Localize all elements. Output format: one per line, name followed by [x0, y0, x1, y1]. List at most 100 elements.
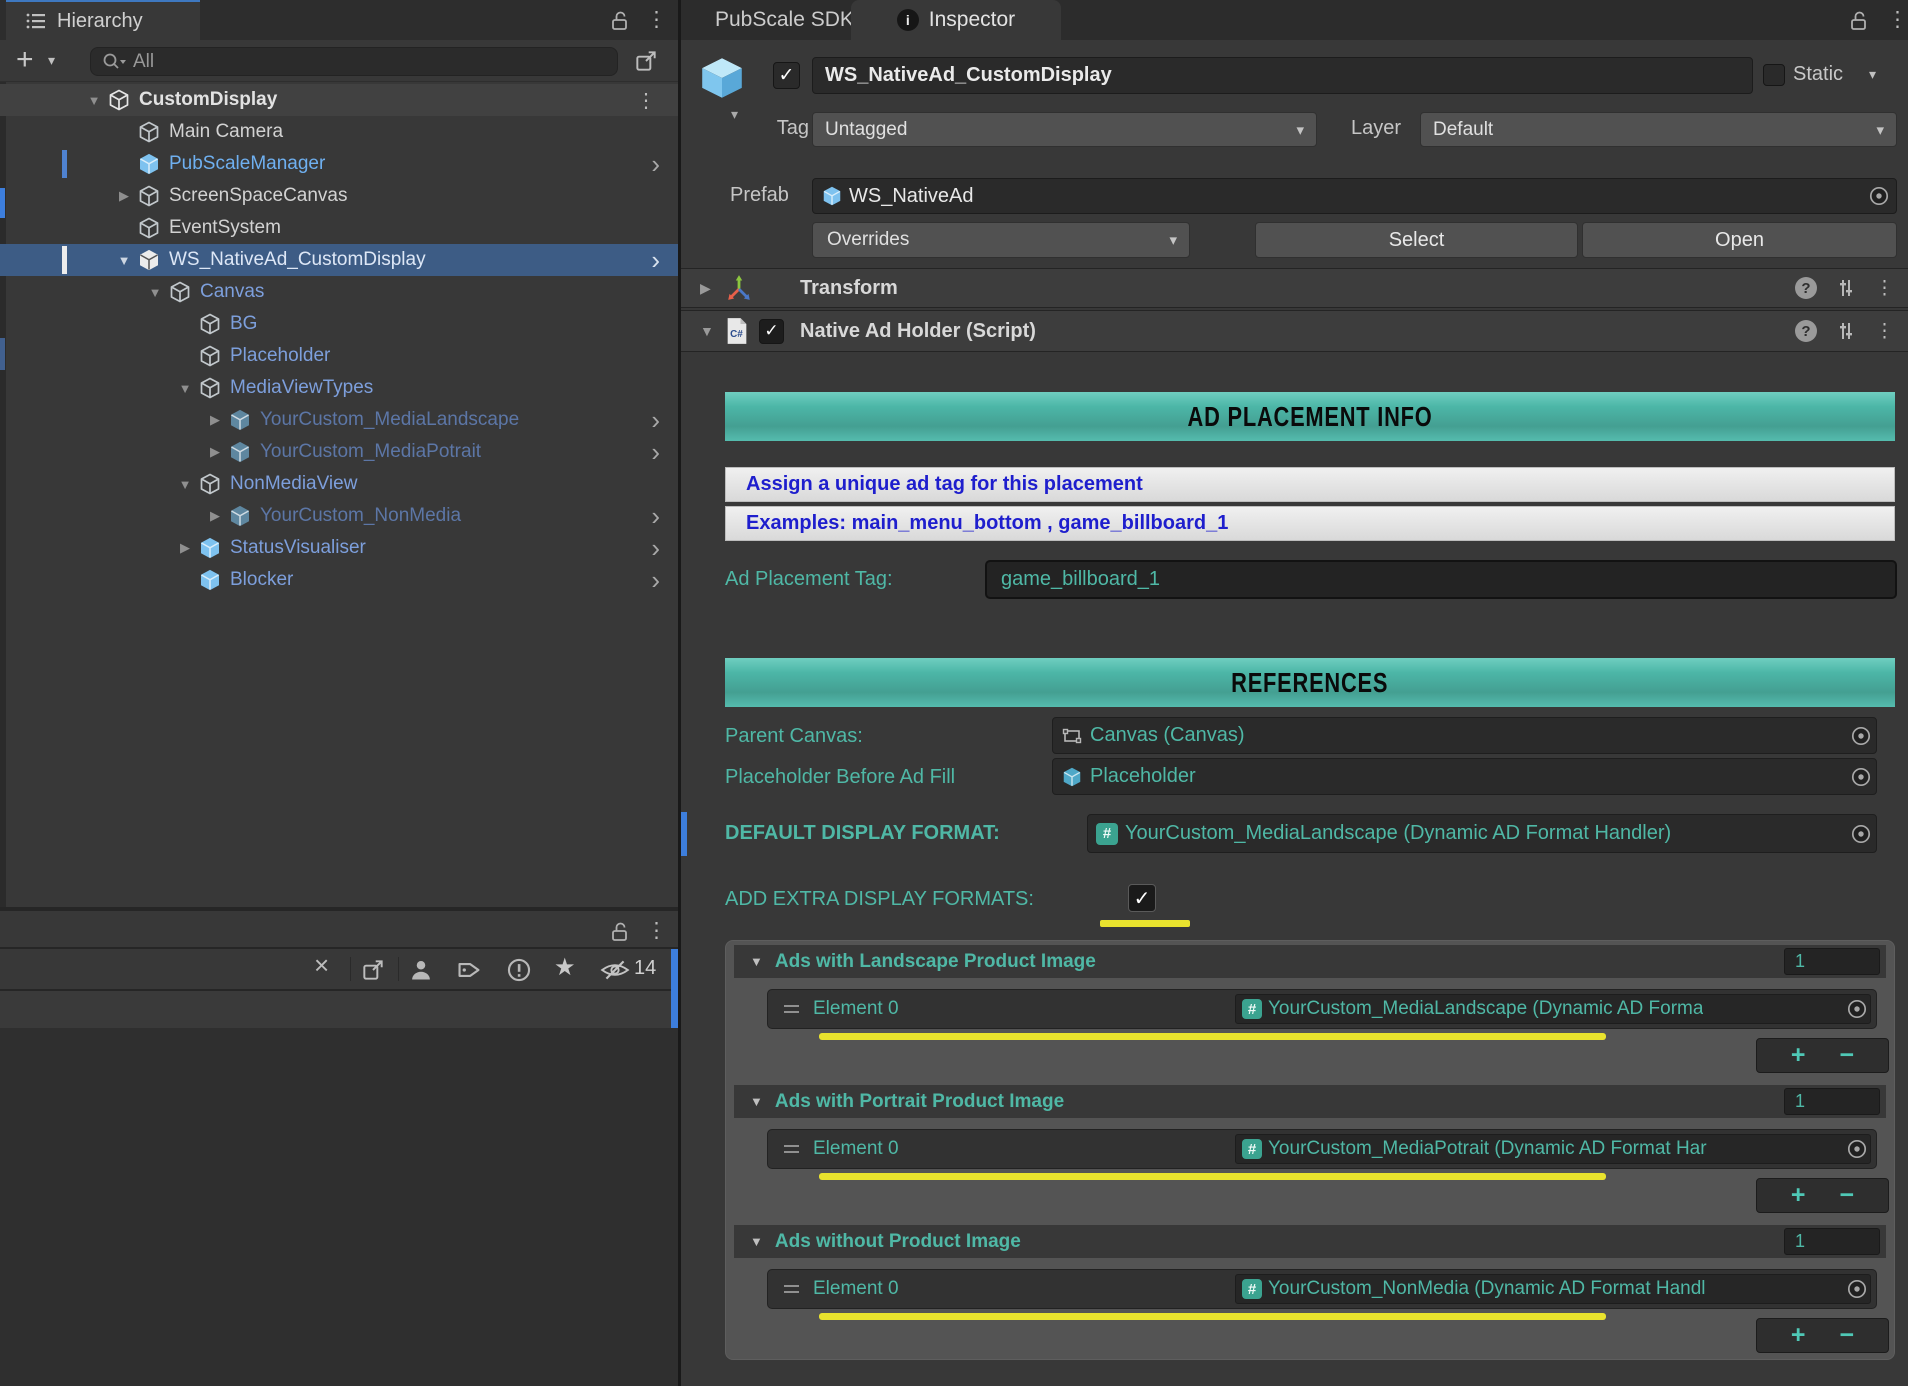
- picker-icon[interactable]: [360, 957, 386, 983]
- foldout-open-icon[interactable]: ▼: [750, 954, 763, 969]
- help-icon[interactable]: ?: [1795, 320, 1817, 342]
- hidden-eye-icon[interactable]: [600, 958, 630, 982]
- object-field[interactable]: # YourCustom_MediaPotrait (Dynamic AD Fo…: [1235, 1134, 1871, 1164]
- drag-handle-icon[interactable]: [784, 1285, 799, 1293]
- object-picker-icon[interactable]: [1846, 1278, 1868, 1300]
- add-dropdown-caret[interactable]: ▾: [48, 52, 55, 69]
- foldout-open-icon[interactable]: ▼: [142, 285, 168, 300]
- tag-filter-icon[interactable]: [456, 957, 482, 983]
- add-object-button[interactable]: +: [16, 45, 34, 75]
- ad-placement-tag-input[interactable]: game_billboard_1: [985, 560, 1897, 599]
- object-picker-icon[interactable]: [1850, 823, 1872, 845]
- foldout-open-icon[interactable]: ▼: [750, 1234, 763, 1249]
- foldout-closed-icon[interactable]: ▶: [700, 280, 711, 297]
- foldout-closed-icon[interactable]: ▶: [202, 412, 228, 428]
- open-button[interactable]: Open: [1582, 222, 1897, 258]
- placeholder-field[interactable]: Placeholder: [1052, 758, 1877, 795]
- hierarchy-item-pubscalemanager[interactable]: PubScaleManager ›: [0, 148, 678, 180]
- add-element-button[interactable]: +: [1791, 1323, 1806, 1348]
- list-element-row[interactable]: Element 0 # YourCustom_NonMedia (Dynamic…: [767, 1269, 1877, 1309]
- object-picker-icon[interactable]: [1850, 725, 1872, 747]
- hierarchy-item-canvas[interactable]: ▼ Canvas: [0, 276, 678, 308]
- list-size-field[interactable]: 1: [1784, 948, 1880, 975]
- foldout-open-icon[interactable]: ▼: [172, 381, 198, 396]
- scene-picker-icon[interactable]: [633, 48, 659, 74]
- hierarchy-item-ws-nativead-customdisplay[interactable]: ▼ WS_NativeAd_CustomDisplay ›: [0, 244, 678, 276]
- gameobject-name-field[interactable]: WS_NativeAd_CustomDisplay: [812, 57, 1753, 94]
- kebab-menu-icon[interactable]: ⋮: [1887, 8, 1908, 32]
- prefab-open-chevron[interactable]: ›: [651, 565, 660, 596]
- tab-pubscale-sdk[interactable]: PubScale SDK: [691, 0, 878, 40]
- preset-icon[interactable]: [1835, 320, 1857, 342]
- prefab-open-chevron[interactable]: ›: [651, 149, 660, 180]
- person-filter-icon[interactable]: [408, 957, 434, 983]
- hierarchy-item-mediaviewtypes[interactable]: ▼ MediaViewTypes: [0, 372, 678, 404]
- object-field[interactable]: # YourCustom_MediaLandscape (Dynamic AD …: [1235, 994, 1871, 1024]
- extra-formats-checkbox[interactable]: ✓: [1128, 884, 1156, 912]
- list-header[interactable]: ▼ Ads without Product Image 1: [734, 1225, 1886, 1258]
- hierarchy-item-bg[interactable]: BG: [0, 308, 678, 340]
- remove-element-button[interactable]: −: [1839, 1323, 1854, 1348]
- hierarchy-item-screenspacecanvas[interactable]: ▶ ScreenSpaceCanvas: [0, 180, 678, 212]
- foldout-open-icon[interactable]: ▼: [750, 1094, 763, 1109]
- foldout-closed-icon[interactable]: ▶: [202, 508, 228, 524]
- kebab-menu-icon[interactable]: ⋮: [646, 919, 667, 943]
- static-checkbox[interactable]: [1763, 64, 1785, 86]
- object-field[interactable]: # YourCustom_NonMedia (Dynamic AD Format…: [1235, 1274, 1871, 1304]
- foldout-open-icon[interactable]: ▼: [172, 477, 198, 492]
- transform-component-header[interactable]: ▶ Transform ? ⋮: [681, 268, 1908, 308]
- lock-icon[interactable]: [608, 920, 632, 944]
- hierarchy-item-eventsystem[interactable]: EventSystem: [0, 212, 678, 244]
- preset-icon[interactable]: [1835, 277, 1857, 299]
- lock-icon[interactable]: [1847, 9, 1871, 33]
- list-header[interactable]: ▼ Ads with Portrait Product Image 1: [734, 1085, 1886, 1118]
- parent-canvas-field[interactable]: Canvas (Canvas): [1052, 717, 1877, 754]
- icon-dropdown-caret[interactable]: ▾: [731, 106, 738, 123]
- list-size-field[interactable]: 1: [1784, 1228, 1880, 1255]
- layer-dropdown[interactable]: Default ▾: [1420, 112, 1897, 147]
- object-picker-icon[interactable]: [1868, 185, 1890, 207]
- overrides-dropdown[interactable]: Overrides ▾: [812, 222, 1190, 258]
- hierarchy-search-field[interactable]: All: [90, 47, 618, 76]
- hierarchy-item-blocker[interactable]: Blocker ›: [0, 564, 678, 596]
- remove-element-button[interactable]: −: [1839, 1043, 1854, 1068]
- static-dropdown-caret[interactable]: ▾: [1869, 66, 1876, 83]
- hierarchy-item-statusvisualiser[interactable]: ▶ StatusVisualiser ›: [0, 532, 678, 564]
- prefab-open-chevron[interactable]: ›: [651, 533, 660, 564]
- drag-handle-icon[interactable]: [784, 1145, 799, 1153]
- foldout-closed-icon[interactable]: ▶: [111, 188, 137, 204]
- remove-element-button[interactable]: −: [1839, 1183, 1854, 1208]
- prefab-object-field[interactable]: WS_NativeAd: [812, 178, 1897, 214]
- default-format-field[interactable]: # YourCustom_MediaLandscape (Dynamic AD …: [1087, 814, 1877, 853]
- drag-handle-icon[interactable]: [784, 1005, 799, 1013]
- tag-dropdown[interactable]: Untagged ▾: [812, 112, 1317, 147]
- object-picker-icon[interactable]: [1846, 1138, 1868, 1160]
- hierarchy-item-yourcustom-nonmedia[interactable]: ▶ YourCustom_NonMedia ›: [0, 500, 678, 532]
- hierarchy-item-placeholder[interactable]: Placeholder: [0, 340, 678, 372]
- list-size-field[interactable]: 1: [1784, 1088, 1880, 1115]
- help-icon[interactable]: ?: [1795, 277, 1817, 299]
- close-icon[interactable]: ×: [314, 950, 329, 981]
- foldout-closed-icon[interactable]: ▶: [202, 444, 228, 460]
- active-checkbox[interactable]: ✓: [773, 62, 800, 89]
- hierarchy-item-yourcustom-medialandscape[interactable]: ▶ YourCustom_MediaLandscape ›: [0, 404, 678, 436]
- prefab-open-chevron[interactable]: ›: [651, 405, 660, 436]
- kebab-menu-icon[interactable]: ⋮: [1875, 320, 1894, 343]
- tab-hierarchy[interactable]: Hierarchy: [6, 0, 200, 40]
- hierarchy-item-main-camera[interactable]: Main Camera: [0, 116, 678, 148]
- tab-inspector[interactable]: i Inspector: [851, 0, 1061, 40]
- foldout-open-icon[interactable]: ▼: [700, 323, 714, 339]
- foldout-open-icon[interactable]: ▼: [81, 93, 107, 108]
- object-picker-icon[interactable]: [1846, 998, 1868, 1020]
- kebab-menu-icon[interactable]: ⋮: [636, 88, 656, 113]
- kebab-menu-icon[interactable]: ⋮: [1875, 277, 1894, 300]
- add-element-button[interactable]: +: [1791, 1183, 1806, 1208]
- kebab-menu-icon[interactable]: ⋮: [646, 8, 667, 32]
- prefab-open-chevron[interactable]: ›: [651, 501, 660, 532]
- script-component-header[interactable]: ▼ C# ✓ Native Ad Holder (Script) ? ⋮: [681, 310, 1908, 352]
- warning-filter-icon[interactable]: [506, 957, 532, 983]
- prefab-open-chevron[interactable]: ›: [651, 437, 660, 468]
- script-enabled-checkbox[interactable]: ✓: [759, 319, 784, 344]
- hierarchy-item-yourcustom-mediapotrait[interactable]: ▶ YourCustom_MediaPotrait ›: [0, 436, 678, 468]
- list-element-row[interactable]: Element 0 # YourCustom_MediaPotrait (Dyn…: [767, 1129, 1877, 1169]
